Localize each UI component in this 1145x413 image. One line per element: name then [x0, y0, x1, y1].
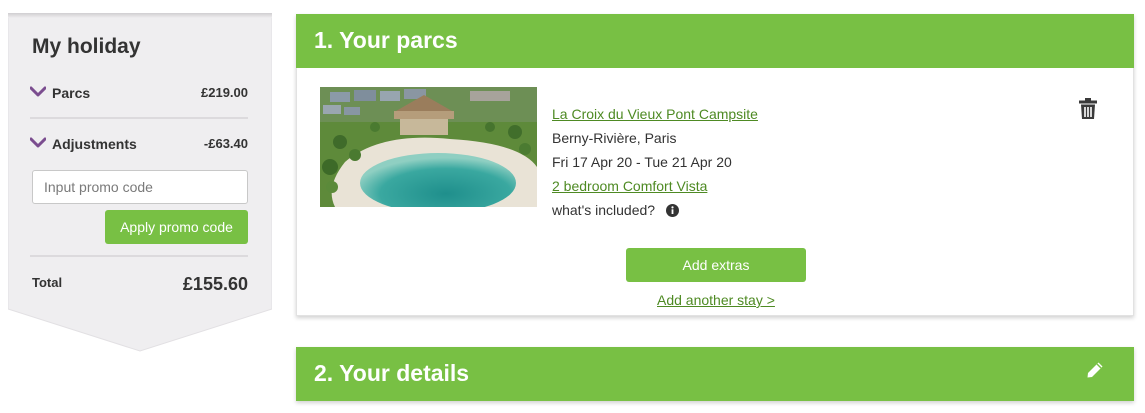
add-extras-button[interactable]: Add extras [626, 248, 806, 282]
parc-booking-card: La Croix du Vieux Pont Campsite Berny-Ri… [296, 68, 1134, 316]
summary-divider [30, 117, 248, 119]
summary-title: My holiday [32, 35, 141, 58]
summary-divider [30, 255, 248, 257]
apply-promo-button[interactable]: Apply promo code [105, 210, 248, 244]
info-icon[interactable] [666, 203, 680, 217]
trash-icon[interactable] [1079, 98, 1097, 119]
section-title: 2. Your details [314, 360, 470, 386]
accommodation-link[interactable]: 2 bedroom Comfort Vista [552, 174, 707, 198]
parcs-section: 1. Your parcs La Croix du Vieux Pont Cam… [296, 14, 1134, 316]
total-amount: £155.60 [182, 274, 248, 294]
parc-location: Berny-Rivière, Paris [552, 130, 677, 146]
summary-row-adjustments[interactable]: Adjustments -£63.40 [30, 135, 248, 155]
parc-photo[interactable] [320, 87, 537, 207]
whats-included-label: what's included? [552, 202, 656, 218]
details-section-header[interactable]: 2. Your details [296, 347, 1134, 401]
summary-row-label: Adjustments [52, 136, 137, 152]
stay-dates: Fri 17 Apr 20 - Tue 21 Apr 20 [552, 154, 732, 170]
promo-code-input[interactable] [32, 170, 248, 204]
chevron-down-icon[interactable] [30, 137, 46, 149]
section-title: 1. Your parcs [314, 27, 458, 53]
details-section: 2. Your details [296, 347, 1134, 401]
summary-row-amount: -£63.40 [203, 136, 248, 151]
summary-row-label: Parcs [52, 85, 91, 101]
holiday-summary-panel: My holiday Parcs £219.00 Adjustments -£6… [8, 13, 272, 353]
parcs-section-header: 1. Your parcs [296, 14, 1134, 68]
chevron-down-icon[interactable] [30, 86, 46, 98]
total-label: Total [32, 275, 63, 290]
parc-name-link[interactable]: La Croix du Vieux Pont Campsite [552, 102, 758, 126]
add-another-stay-link[interactable]: Add another stay > [657, 292, 775, 308]
pencil-icon[interactable] [1086, 361, 1104, 379]
summary-row-parcs[interactable]: Parcs £219.00 [30, 84, 248, 104]
summary-row-amount: £219.00 [201, 85, 248, 100]
parc-details: La Croix du Vieux Pont Campsite Berny-Ri… [552, 102, 952, 222]
